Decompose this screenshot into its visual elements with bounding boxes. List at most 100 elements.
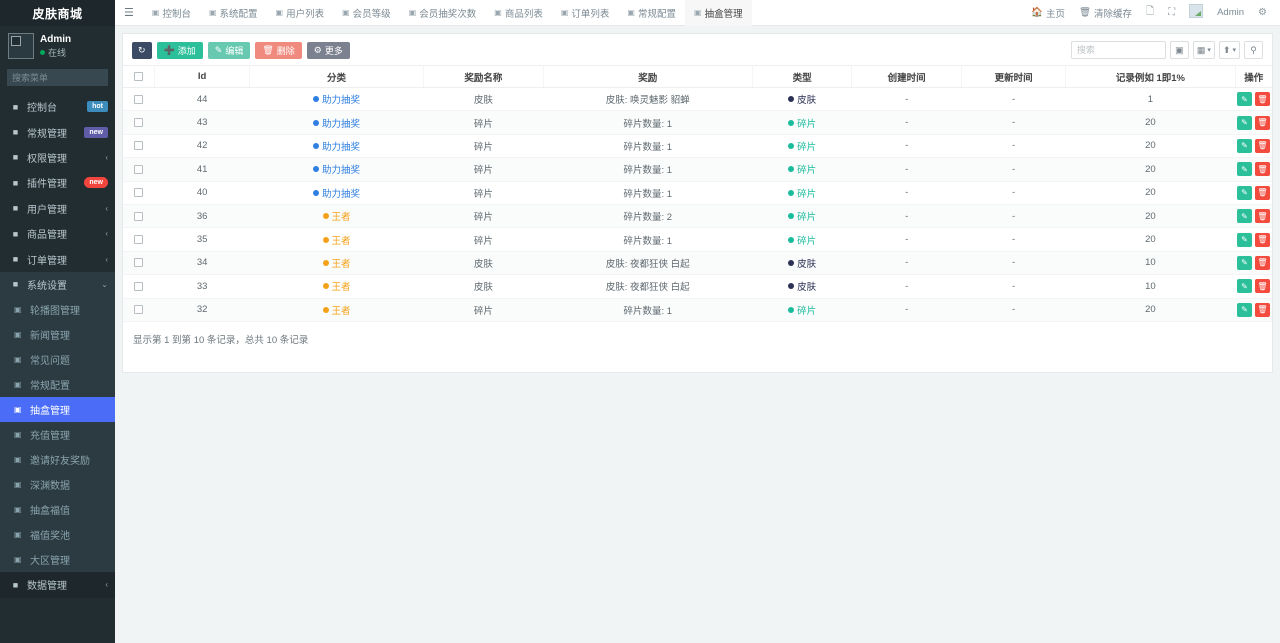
row-edit-button[interactable]: ✎	[1237, 162, 1252, 177]
tab-1[interactable]: ▣ 系统配置	[200, 0, 267, 26]
sidebar-item-2[interactable]: ■ 权限管理 ‹	[0, 145, 115, 170]
submenu-item-0[interactable]: ▣ 轮播图管理	[0, 297, 115, 322]
submenu-item-4[interactable]: ▣ 抽盒管理	[0, 397, 115, 423]
home-button[interactable]: 🏠 主页	[1024, 0, 1072, 26]
row-delete-button[interactable]: 🗑	[1255, 185, 1270, 200]
search-submit-button[interactable]: ⚲	[1244, 41, 1263, 59]
row-edit-button[interactable]: ✎	[1237, 185, 1252, 200]
row-checkbox-cell[interactable]	[123, 274, 155, 299]
table-header-cell[interactable]	[123, 65, 155, 88]
row-delete-button[interactable]: 🗑	[1255, 115, 1270, 130]
row-checkbox-cell[interactable]	[123, 227, 155, 252]
row-edit-button[interactable]: ✎	[1237, 255, 1252, 270]
row-checkbox[interactable]	[134, 211, 144, 221]
sidebar-item-7[interactable]: ■ 系统设置 ⌄	[0, 271, 115, 298]
sidebar-search-input[interactable]	[12, 72, 115, 83]
row-edit-button[interactable]: ✎	[1237, 232, 1252, 247]
row-checkbox-cell[interactable]	[123, 134, 155, 159]
submenu-item-8[interactable]: ▣ 抽盒福值	[0, 497, 115, 522]
tab-6[interactable]: ▣ 订单列表	[552, 0, 619, 26]
fullscreen-toggle-button[interactable]: ▣	[1169, 41, 1189, 59]
table-row[interactable]: 41 助力抽奖 碎片 碎片数量: 1 碎片 - -20 ✎ 🗑	[123, 157, 1272, 182]
tab-7[interactable]: ▣ 常规配置	[618, 0, 685, 26]
table-row[interactable]: 43 助力抽奖 碎片 碎片数量: 1 碎片 - -20 ✎ 🗑	[123, 110, 1272, 135]
row-checkbox-cell[interactable]	[123, 87, 155, 112]
row-checkbox-cell[interactable]	[123, 204, 155, 229]
submenu-item-9[interactable]: ▣ 福值奖池	[0, 522, 115, 547]
submenu-item-6[interactable]: ▣ 邀请好友奖励	[0, 447, 115, 472]
more-button[interactable]: ⚙ 更多	[306, 41, 350, 59]
row-edit-button[interactable]: ✎	[1237, 302, 1252, 317]
table-row[interactable]: 40 助力抽奖 碎片 碎片数量: 1 碎片 - -20 ✎ 🗑	[123, 181, 1272, 205]
hamburger-icon[interactable]: ☰	[115, 6, 143, 19]
row-edit-button[interactable]: ✎	[1237, 115, 1252, 130]
sidebar-item-5[interactable]: ■ 商品管理 ‹	[0, 221, 115, 246]
row-delete-button[interactable]: 🗑	[1255, 138, 1270, 153]
row-checkbox-cell[interactable]	[123, 251, 155, 276]
delete-button[interactable]: 🗑 删除	[255, 41, 302, 59]
export-button[interactable]: ⬆ ▾	[1218, 41, 1240, 59]
row-checkbox[interactable]	[134, 94, 144, 104]
refresh-button[interactable]: ↻	[132, 41, 152, 59]
table-row[interactable]: 32 王者 碎片 碎片数量: 1 碎片 - -20 ✎ 🗑	[123, 298, 1272, 322]
sidebar-item-0[interactable]: ■ 控制台 hot	[0, 94, 115, 119]
row-delete-button[interactable]: 🗑	[1255, 302, 1270, 317]
row-checkbox-cell[interactable]	[123, 181, 155, 205]
add-button[interactable]: ➕ 添加	[156, 41, 203, 59]
row-edit-button[interactable]: ✎	[1237, 209, 1252, 224]
row-delete-button[interactable]: 🗑	[1255, 209, 1270, 224]
row-edit-button[interactable]: ✎	[1237, 138, 1252, 153]
submenu-item-1[interactable]: ▣ 新闻管理	[0, 322, 115, 347]
table-row[interactable]: 33 王者 皮肤 皮肤: 夜都狂侠 白起 皮肤 - -10 ✎ 🗑	[123, 274, 1272, 299]
tab-2[interactable]: ▣ 用户列表	[267, 0, 334, 26]
settings-gear-icon[interactable]: ⚙	[1251, 7, 1274, 18]
submenu-item-7[interactable]: ▣ 深渊数据	[0, 472, 115, 497]
row-checkbox[interactable]	[134, 118, 144, 128]
submenu-item-3[interactable]: ▣ 常规配置	[0, 372, 115, 397]
user-menu[interactable]: Admin	[1210, 0, 1251, 26]
row-checkbox[interactable]	[134, 235, 144, 245]
table-row[interactable]: 35 王者 碎片 碎片数量: 1 碎片 - -20 ✎ 🗑	[123, 227, 1272, 252]
row-checkbox-cell[interactable]	[123, 157, 155, 182]
search-input[interactable]	[1070, 41, 1166, 59]
submenu-item-5[interactable]: ▣ 充值管理	[0, 422, 115, 447]
copy-icon[interactable]: 🗋	[1139, 4, 1161, 21]
row-checkbox[interactable]	[134, 258, 144, 268]
row-checkbox[interactable]	[134, 305, 144, 315]
row-checkbox[interactable]	[134, 164, 144, 174]
row-delete-button[interactable]: 🗑	[1255, 279, 1270, 294]
table-row[interactable]: 36 王者 碎片 碎片数量: 2 碎片 - -20 ✎ 🗑	[123, 204, 1272, 229]
row-delete-button[interactable]: 🗑	[1255, 162, 1270, 177]
tab-0[interactable]: ▣ 控制台	[143, 0, 200, 26]
fullscreen-icon[interactable]: ⛶	[1161, 7, 1182, 18]
submenu-item-2[interactable]: ▣ 常见问题	[0, 347, 115, 372]
row-delete-button[interactable]: 🗑	[1255, 232, 1270, 247]
submenu-item-10[interactable]: ▣ 大区管理	[0, 547, 115, 572]
row-checkbox[interactable]	[134, 188, 144, 198]
row-checkbox-cell[interactable]	[123, 110, 155, 135]
tab-5[interactable]: ▣ 商品列表	[485, 0, 552, 26]
row-delete-button[interactable]: 🗑	[1255, 92, 1270, 107]
tab-8[interactable]: ▣ 抽盒管理	[685, 0, 752, 26]
avatar-thumb[interactable]	[1182, 4, 1210, 21]
sidebar-item-4[interactable]: ■ 用户管理 ‹	[0, 196, 115, 221]
sidebar-item-3[interactable]: ■ 插件管理 new	[0, 170, 115, 195]
sidebar-search[interactable]: ⚲	[7, 69, 115, 86]
row-checkbox[interactable]	[134, 281, 144, 291]
select-all-checkbox[interactable]	[134, 71, 144, 81]
row-checkbox-cell[interactable]	[123, 298, 155, 322]
tab-3[interactable]: ▣ 会员等级	[333, 0, 400, 26]
clear-cache-button[interactable]: 🗑 清除缓存	[1072, 0, 1139, 26]
sidebar-item-1[interactable]: ■ 常规管理 new	[0, 119, 115, 144]
row-delete-button[interactable]: 🗑	[1255, 255, 1270, 270]
table-row[interactable]: 42 助力抽奖 碎片 碎片数量: 1 碎片 - -20 ✎ 🗑	[123, 134, 1272, 159]
sidebar-item-6[interactable]: ■ 订单管理 ‹	[0, 246, 115, 271]
sidebar-item-data-management[interactable]: ■ 数据管理 ‹	[0, 572, 115, 598]
edit-button[interactable]: ✎ 编辑	[207, 41, 251, 59]
column-picker-button[interactable]: ▦ ▾	[1192, 41, 1215, 59]
row-edit-button[interactable]: ✎	[1237, 92, 1252, 107]
tab-4[interactable]: ▣ 会员抽奖次数	[400, 0, 486, 26]
row-edit-button[interactable]: ✎	[1237, 279, 1252, 294]
table-row[interactable]: 44 助力抽奖 皮肤 皮肤: 唤灵魅影 貂蝉 皮肤 - -1 ✎ 🗑	[123, 87, 1272, 112]
row-checkbox[interactable]	[134, 141, 144, 151]
